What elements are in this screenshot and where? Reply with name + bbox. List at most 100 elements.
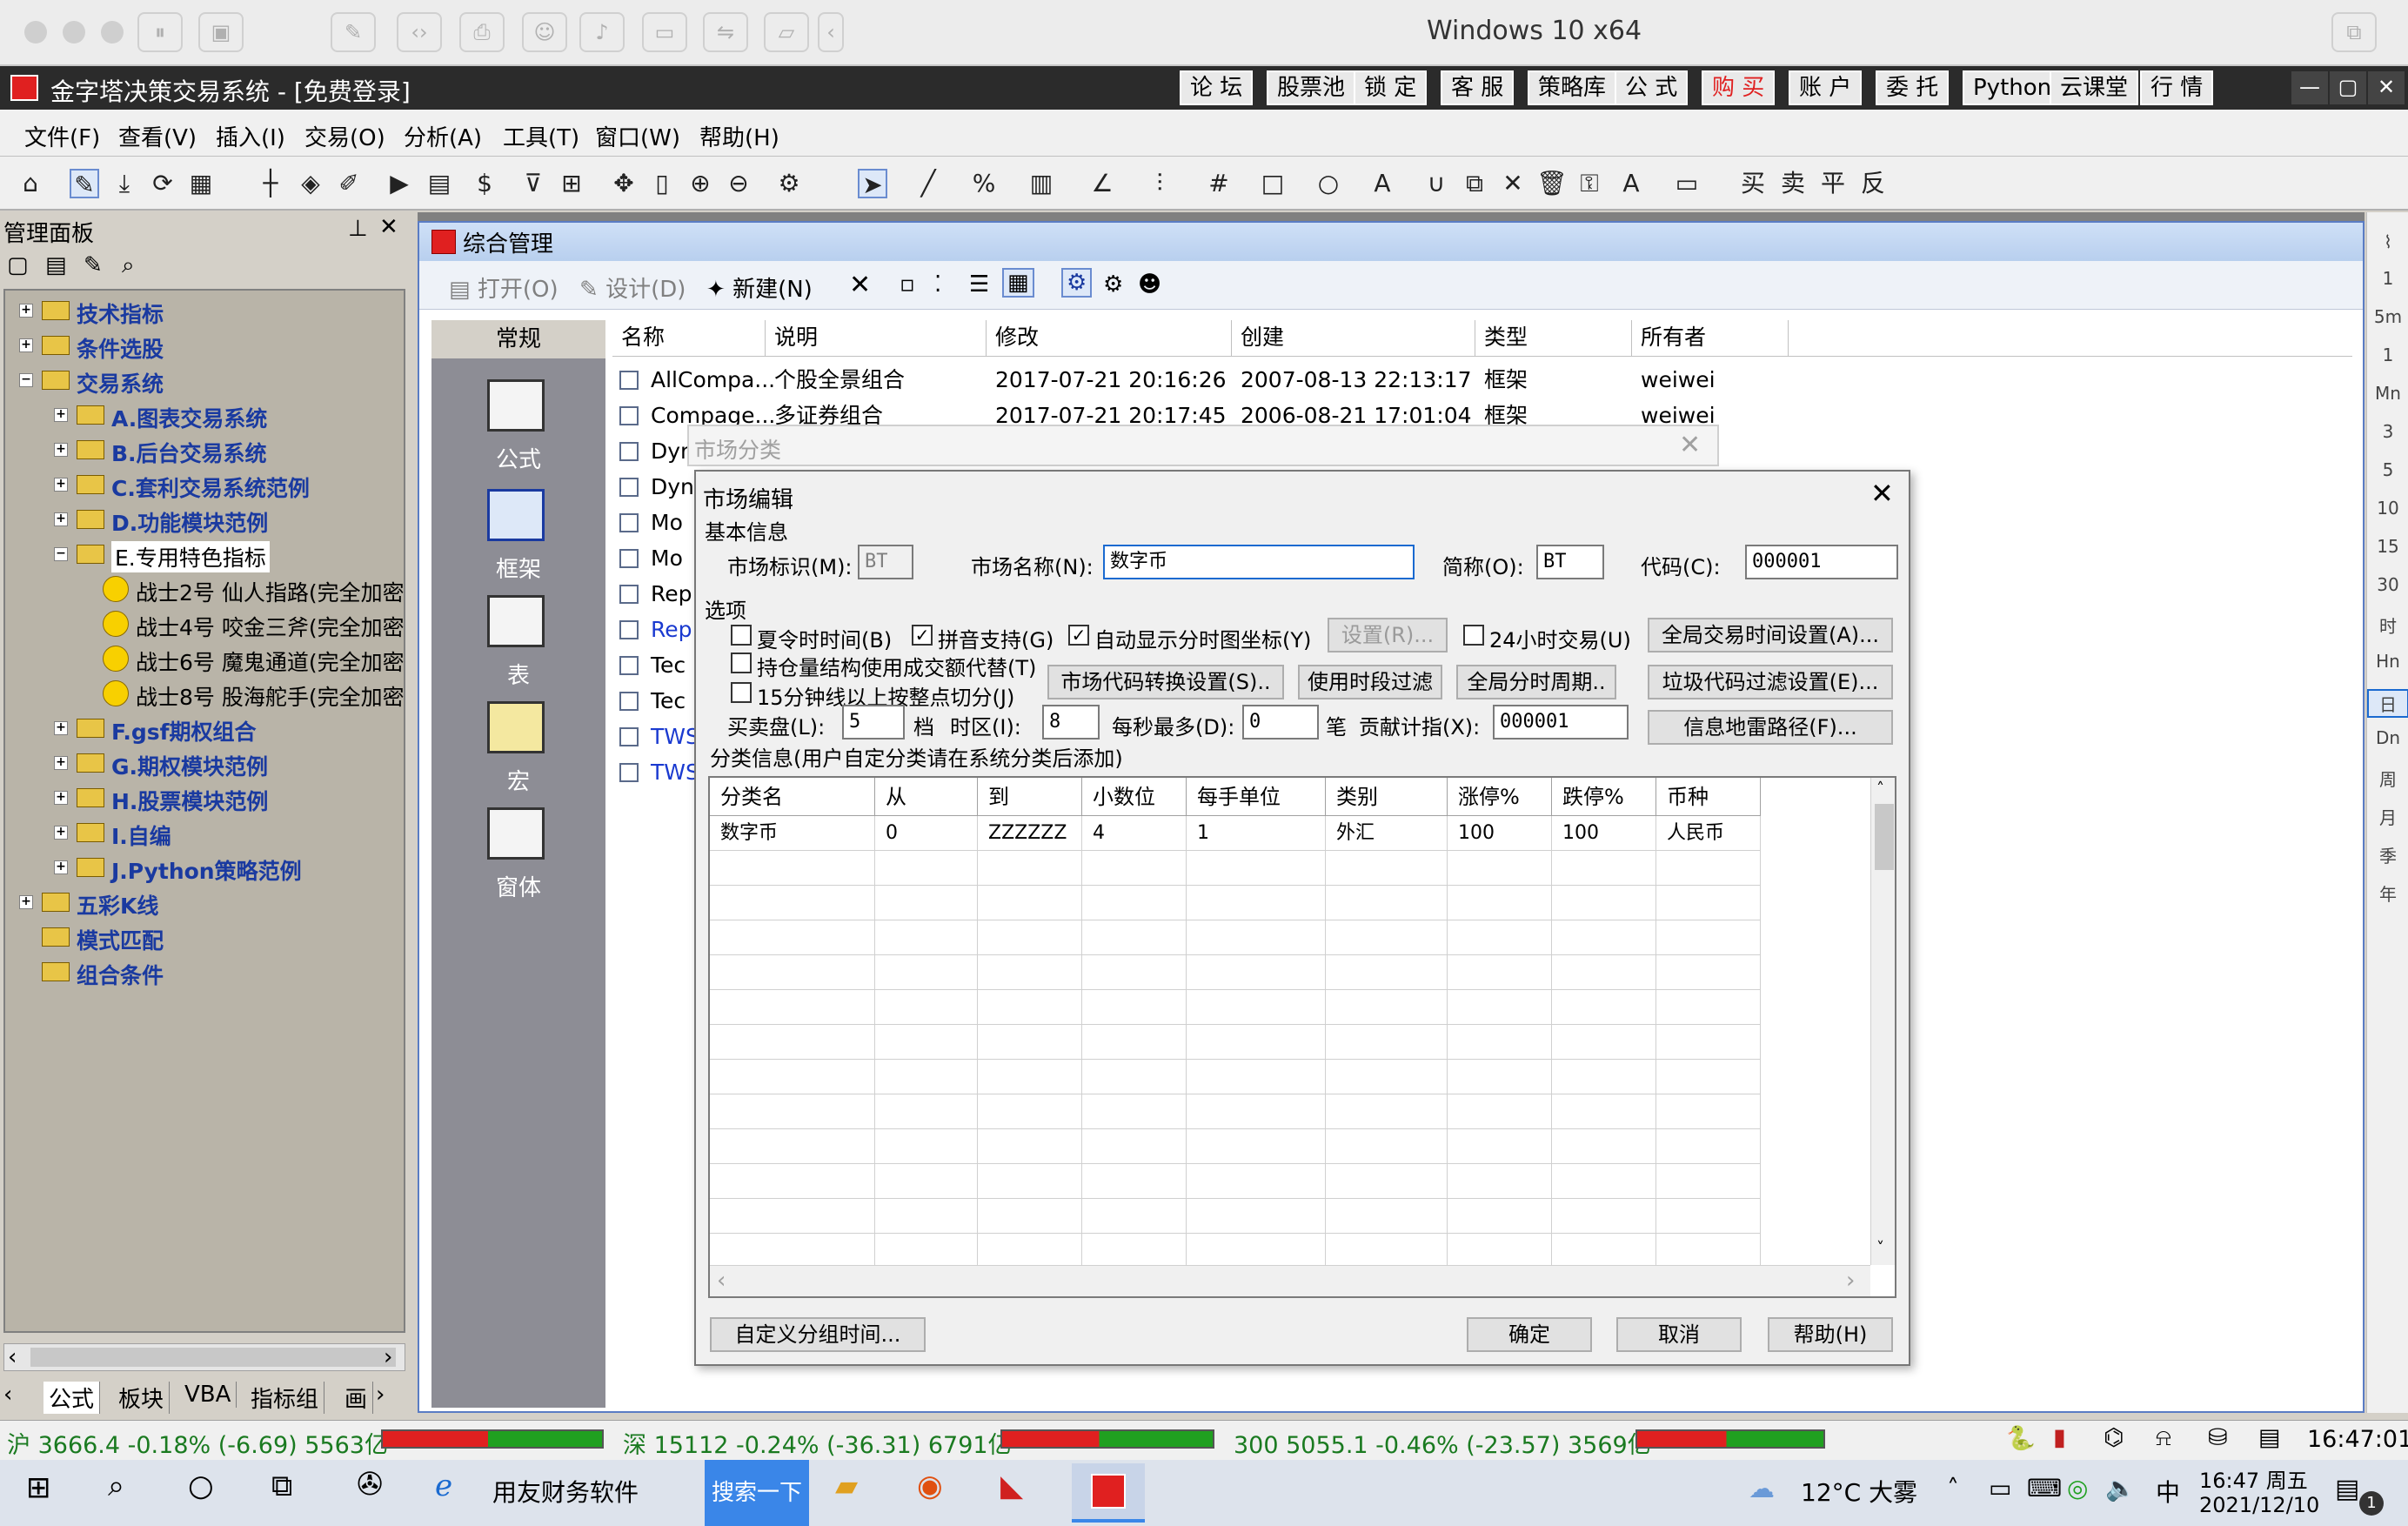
zoom-traffic-light[interactable]	[101, 21, 124, 44]
dst-checkbox[interactable]	[731, 625, 752, 646]
expand-icon[interactable]: +	[54, 756, 68, 770]
tray-display-icon[interactable]: ▭	[1989, 1474, 2011, 1503]
tree-node[interactable]: + 五彩K线	[5, 886, 405, 919]
ok-button[interactable]: 确定	[1467, 1317, 1592, 1352]
expand-icon[interactable]: +	[54, 791, 68, 805]
ime-indicator[interactable]: 中	[2156, 1474, 2180, 1509]
scroll-left-icon[interactable]: ‹	[8, 1344, 17, 1370]
percent-tool-icon[interactable]: %	[969, 169, 999, 198]
column-header[interactable]: 名称	[612, 320, 766, 357]
sound-icon[interactable]: ♪	[579, 12, 625, 52]
tree-node[interactable]: 战士2号 仙人指路(完全加密	[5, 572, 405, 606]
period-button[interactable]: 1	[2367, 345, 2408, 365]
tree-node[interactable]: + B.后台交易系统	[5, 433, 405, 466]
expand-icon[interactable]: +	[54, 443, 68, 457]
ruler-icon[interactable]: ▯	[647, 169, 677, 198]
grid-col-header[interactable]: 到	[978, 778, 1082, 816]
expand-icon[interactable]: +	[54, 721, 68, 735]
menu-analysis[interactable]: 分析(A)	[404, 120, 482, 152]
buy-icon[interactable]: 买	[1738, 169, 1768, 198]
tree-node[interactable]: 组合条件	[5, 955, 405, 988]
cortana-icon[interactable]: ○	[188, 1469, 214, 1503]
top-button-9[interactable]: Python	[1963, 70, 2063, 105]
draw-pen-icon[interactable]: ✎	[70, 169, 99, 199]
filter-icon[interactable]: ⊽	[518, 169, 548, 198]
taskbar-app-label[interactable]: 用友财务软件	[492, 1474, 639, 1509]
market-dialog-close-icon[interactable]: ✕	[1679, 430, 1701, 460]
camera-icon[interactable]: ▭	[642, 12, 687, 52]
taskbar-search-button[interactable]: 搜索一下	[705, 1460, 809, 1526]
grid-col-header[interactable]: 从	[875, 778, 978, 816]
zoom-in-icon[interactable]: ⊕	[686, 169, 715, 198]
panel-tab-0[interactable]: 公式	[43, 1382, 101, 1414]
period-button[interactable]: 时	[2367, 612, 2408, 638]
grid-cell[interactable]: 100	[1448, 816, 1552, 851]
global-period-button[interactable]: 全局分时周期..	[1456, 665, 1616, 699]
candle-icon[interactable]: ┼	[256, 169, 285, 198]
restore-icon[interactable]: ▢	[2330, 71, 2366, 104]
menu-insert[interactable]: 插入(I)	[216, 120, 285, 152]
expand-icon[interactable]: +	[54, 860, 68, 874]
settings-button[interactable]: 设置(R)...	[1328, 618, 1448, 653]
grid-scroll-left-icon[interactable]: ‹	[717, 1268, 726, 1294]
period-button[interactable]: 年	[2367, 880, 2408, 906]
design-button[interactable]: ✎ 设计(D)	[579, 271, 686, 304]
period-button[interactable]: 1	[2367, 268, 2408, 289]
help-button[interactable]: 帮助(H)	[1768, 1317, 1893, 1352]
python-icon[interactable]: 🐍	[2006, 1424, 2036, 1452]
top-button-2[interactable]: 锁 定	[1354, 70, 1428, 105]
text-color-icon[interactable]: A	[1616, 169, 1646, 198]
large-icons-icon[interactable]: ▫	[900, 271, 915, 298]
global-trade-time-button[interactable]: 全局交易时间设置(A)...	[1648, 618, 1893, 653]
column-header[interactable]: 创建	[1232, 320, 1475, 357]
collapse-icon[interactable]: −	[54, 547, 68, 561]
task-view-icon[interactable]: ⧉	[271, 1469, 292, 1503]
top-button-8[interactable]: 委 托	[1876, 70, 1950, 105]
pinyin-checkbox[interactable]: ✓	[912, 625, 933, 646]
market-name-field[interactable]: 数字币	[1103, 545, 1415, 579]
expand-icon[interactable]: +	[54, 408, 68, 422]
grid-cell[interactable]: ZZZZZZ	[978, 816, 1082, 851]
top-button-11[interactable]: 行 情	[2140, 70, 2214, 105]
pin-icon[interactable]: ⊥	[348, 216, 368, 242]
new-file-icon[interactable]: ▢	[7, 252, 29, 278]
max-per-sec-field[interactable]: 0	[1242, 705, 1319, 740]
abbr-field[interactable]: BT	[1536, 545, 1604, 579]
clock-time[interactable]: 16:47 周五	[2199, 1463, 2308, 1494]
tray-security-icon[interactable]: ◎	[2067, 1474, 2088, 1503]
list-item[interactable]: AllCompa... 个股全景组合 2017-07-21 20:16:26 2007…	[612, 362, 2352, 398]
angle-tool-icon[interactable]: ∠	[1087, 169, 1117, 198]
pause-icon[interactable]: ⏸	[137, 12, 183, 52]
grid-col-header[interactable]: 小数位	[1082, 778, 1187, 816]
close-traffic-light[interactable]	[24, 21, 47, 44]
minimize-traffic-light[interactable]	[63, 21, 85, 44]
panel-tab-2[interactable]: VBA	[179, 1382, 237, 1408]
tree-node[interactable]: − E.专用特色指标	[5, 538, 405, 572]
download-icon[interactable]: ⤓	[110, 169, 139, 198]
table-cat-icon[interactable]	[487, 595, 545, 647]
panel-tab-3[interactable]: 指标组	[245, 1382, 325, 1414]
macro-cat-icon[interactable]	[487, 701, 545, 753]
delete-icon[interactable]: ✕	[849, 270, 871, 300]
grid-col-header[interactable]: 跌停%	[1552, 778, 1656, 816]
15min-split-checkbox[interactable]	[731, 682, 752, 703]
line-tool-icon[interactable]: ╱	[913, 169, 943, 198]
position-structure-checkbox[interactable]	[731, 653, 752, 673]
ie-icon[interactable]: ℯ	[435, 1469, 452, 1503]
window-resize-icon[interactable]: ⧉	[2331, 12, 2377, 52]
grid-col-header[interactable]: 每手单位	[1187, 778, 1326, 816]
reverse-icon[interactable]: 反	[1858, 169, 1888, 198]
top-button-4[interactable]: 策略库	[1528, 70, 1617, 105]
formula-cat-icon[interactable]	[487, 379, 545, 432]
code-field[interactable]: 000001	[1745, 545, 1898, 579]
dialog-close-icon[interactable]: ✕	[1870, 477, 1894, 510]
notification-icon[interactable]: ▤	[2335, 1474, 2359, 1504]
grid-cell[interactable]: 4	[1082, 816, 1187, 851]
user-head-icon[interactable]: ☻	[1138, 271, 1161, 298]
sell-icon[interactable]: 卖	[1778, 169, 1808, 198]
tree-node[interactable]: + C.套利交易系统范例	[5, 468, 405, 501]
tray-network-icon[interactable]: ⌨	[2027, 1474, 2062, 1503]
trash-icon[interactable]: 🗑	[1536, 169, 1568, 198]
orange-app-icon[interactable]: ◉	[917, 1469, 943, 1503]
tray-chevron-icon[interactable]: ˄	[1947, 1474, 1959, 1503]
